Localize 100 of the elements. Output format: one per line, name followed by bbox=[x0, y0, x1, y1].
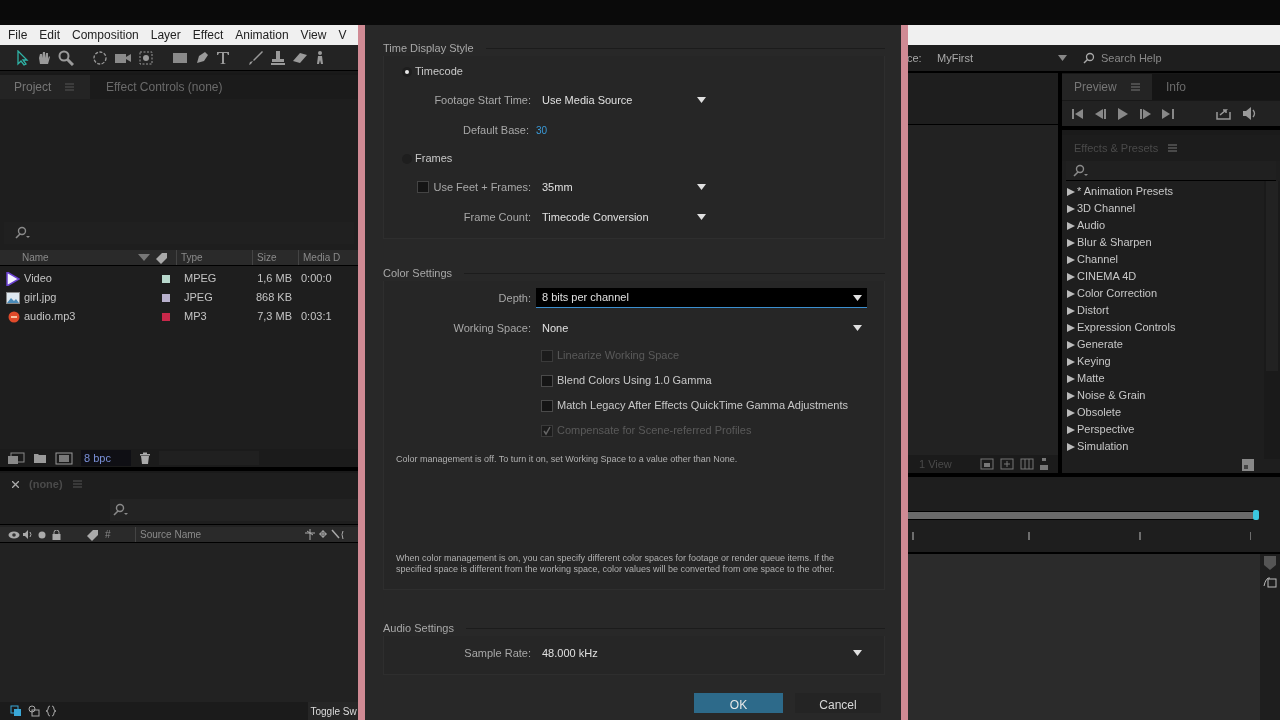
search-help-field[interactable]: Search Help bbox=[1083, 47, 1280, 69]
effect-category[interactable]: Blur & Sharpen bbox=[1062, 234, 1264, 251]
file-name[interactable]: audio.mp3 bbox=[22, 308, 162, 325]
expand-arrow-icon[interactable] bbox=[1067, 442, 1075, 451]
number-value[interactable]: 30 bbox=[536, 122, 548, 138]
interpret-footage-icon[interactable] bbox=[7, 451, 25, 465]
speaker-icon[interactable] bbox=[23, 530, 34, 539]
selection-arrow-icon[interactable] bbox=[16, 49, 30, 66]
scrollbar-thumb[interactable] bbox=[1266, 181, 1278, 371]
effect-category[interactable]: Obsolete bbox=[1062, 404, 1264, 421]
first-frame-icon[interactable] bbox=[1072, 108, 1084, 119]
menu-item[interactable]: View bbox=[296, 26, 331, 44]
menu-item[interactable]: Animation bbox=[231, 26, 293, 44]
sort-caret-icon[interactable] bbox=[138, 254, 150, 261]
brush-icon[interactable] bbox=[248, 49, 264, 66]
expand-arrow-icon[interactable] bbox=[1067, 323, 1075, 332]
effect-category[interactable]: Color Correction bbox=[1062, 285, 1264, 302]
trash-icon[interactable] bbox=[139, 451, 151, 465]
text-tool-icon[interactable] bbox=[216, 49, 230, 66]
play-icon[interactable] bbox=[1118, 107, 1128, 120]
effect-category[interactable]: Expression Controls bbox=[1062, 319, 1264, 336]
label-tag-icon[interactable] bbox=[156, 251, 168, 264]
folder-icon[interactable] bbox=[33, 452, 47, 464]
file-name[interactable]: Video bbox=[22, 270, 162, 287]
menu-item[interactable]: Layer bbox=[146, 26, 185, 44]
workspace-dropdown[interactable]: MyFirst bbox=[935, 49, 1071, 67]
navigator-handle[interactable] bbox=[1253, 510, 1259, 520]
expand-arrow-icon[interactable] bbox=[1067, 306, 1075, 315]
pan-behind-icon[interactable] bbox=[138, 49, 154, 66]
column-header[interactable]: Name bbox=[0, 250, 138, 265]
rectangle-icon[interactable] bbox=[172, 50, 188, 65]
menu-item[interactable]: Composition bbox=[68, 26, 143, 44]
bit-depth-button[interactable]: 8 bpc bbox=[81, 449, 131, 467]
eraser-icon[interactable] bbox=[292, 50, 308, 65]
effect-category[interactable]: CINEMA 4D bbox=[1062, 268, 1264, 285]
brackets-icon[interactable] bbox=[46, 705, 56, 717]
last-frame-icon[interactable] bbox=[1162, 108, 1174, 119]
effect-category[interactable]: Keying bbox=[1062, 353, 1264, 370]
speaker-icon[interactable] bbox=[1243, 107, 1258, 120]
checkbox[interactable] bbox=[541, 399, 553, 412]
checkbox[interactable] bbox=[417, 181, 430, 193]
effect-category[interactable]: Channel bbox=[1062, 251, 1264, 268]
menu-item[interactable]: File bbox=[4, 26, 32, 44]
dropdown[interactable]: 8 bits per channel bbox=[536, 288, 867, 308]
column-header[interactable]: Type bbox=[176, 250, 252, 265]
radio-button[interactable] bbox=[402, 66, 412, 77]
checkbox[interactable] bbox=[541, 374, 553, 387]
rotate-icon[interactable] bbox=[92, 49, 108, 66]
grid-icon[interactable] bbox=[1020, 458, 1034, 470]
plus-box-icon[interactable] bbox=[1000, 458, 1014, 470]
graph-editor-icon[interactable] bbox=[1263, 576, 1277, 588]
effect-category[interactable]: Matte bbox=[1062, 370, 1264, 387]
label-swatch[interactable] bbox=[162, 312, 170, 321]
effect-category[interactable]: 3D Channel bbox=[1062, 200, 1264, 217]
expand-arrow-icon[interactable] bbox=[1067, 238, 1075, 247]
file-name[interactable]: girl.jpg bbox=[22, 289, 162, 306]
column-header[interactable]: Size bbox=[252, 250, 298, 265]
effect-category[interactable]: Audio bbox=[1062, 217, 1264, 234]
toggle-switches-button[interactable]: Toggle Sw bbox=[308, 702, 358, 720]
zoom-icon[interactable] bbox=[58, 49, 74, 66]
next-frame-icon[interactable] bbox=[1139, 108, 1151, 119]
expand-arrow-icon[interactable] bbox=[1067, 425, 1075, 434]
effect-category[interactable]: * Animation Presets bbox=[1062, 183, 1264, 200]
expand-arrow-icon[interactable] bbox=[1067, 374, 1075, 383]
expand-arrow-icon[interactable] bbox=[1067, 391, 1075, 400]
effect-category[interactable]: Distort bbox=[1062, 302, 1264, 319]
expand-arrow-icon[interactable] bbox=[1067, 357, 1075, 366]
search-field[interactable] bbox=[110, 498, 358, 521]
expand-arrow-icon[interactable] bbox=[1067, 408, 1075, 417]
new-preset-icon[interactable] bbox=[1242, 459, 1254, 471]
label-swatch[interactable] bbox=[162, 293, 170, 302]
effect-category[interactable]: Simulation bbox=[1062, 438, 1264, 455]
menu-item[interactable]: V bbox=[334, 26, 351, 44]
menu-item[interactable]: Edit bbox=[35, 26, 65, 44]
expand-arrow-icon[interactable] bbox=[1067, 255, 1075, 264]
shapes-icon[interactable] bbox=[28, 705, 40, 717]
solo-dot-icon[interactable] bbox=[38, 530, 46, 539]
composition-icon[interactable] bbox=[55, 451, 73, 465]
hand-icon[interactable] bbox=[36, 49, 52, 66]
expand-arrow-icon[interactable] bbox=[1067, 204, 1075, 213]
puppet-icon[interactable] bbox=[314, 49, 326, 66]
expand-arrow-icon[interactable] bbox=[1067, 289, 1075, 298]
expand-arrow-icon[interactable] bbox=[1067, 187, 1075, 196]
pen-icon[interactable] bbox=[194, 49, 210, 66]
stamp-icon[interactable] bbox=[270, 49, 286, 66]
eye-icon[interactable] bbox=[8, 530, 20, 539]
tree-icon[interactable] bbox=[1040, 458, 1048, 470]
expand-arrow-icon[interactable] bbox=[1067, 272, 1075, 281]
label-swatch[interactable] bbox=[162, 274, 170, 283]
close-icon[interactable] bbox=[12, 480, 19, 488]
column-header[interactable]: Media D bbox=[298, 250, 341, 265]
frame-icon[interactable] bbox=[980, 458, 994, 470]
previous-frame-icon[interactable] bbox=[1095, 108, 1107, 119]
label-tag-icon[interactable] bbox=[87, 528, 99, 541]
expand-arrow-icon[interactable] bbox=[1067, 221, 1075, 230]
dialog-button[interactable]: OK bbox=[694, 693, 783, 713]
expand-arrow-icon[interactable] bbox=[1067, 340, 1075, 349]
lock-icon[interactable] bbox=[52, 529, 61, 540]
effect-category[interactable]: Noise & Grain bbox=[1062, 387, 1264, 404]
switches-icon[interactable] bbox=[305, 529, 345, 540]
